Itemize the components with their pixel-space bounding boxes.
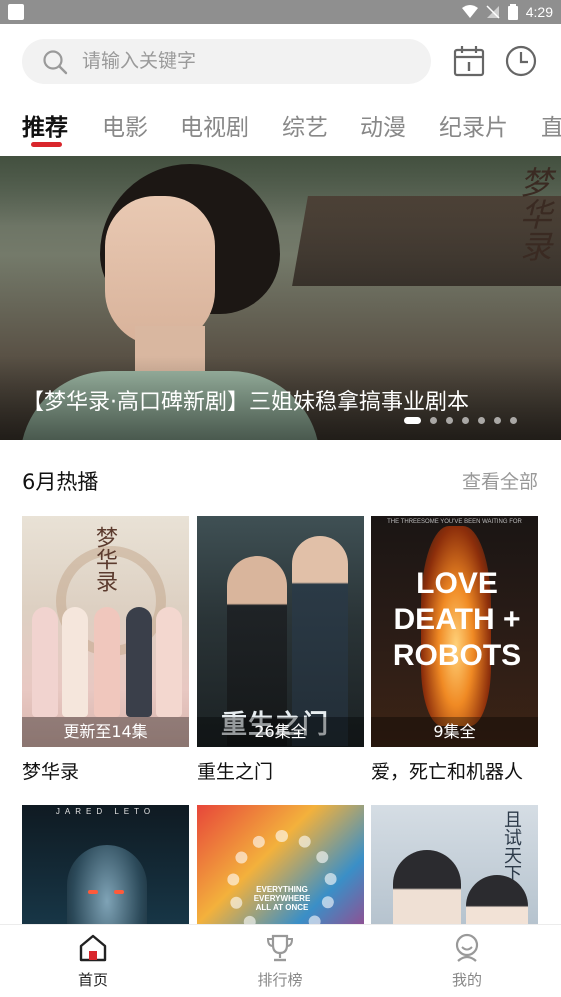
status-right: 4:29 [461,2,553,22]
tab-variety[interactable]: 综艺 [282,108,328,142]
trophy-icon [266,934,294,962]
view-all-link[interactable]: 查看全部 [462,467,538,494]
poster-figure [62,607,88,717]
search-icon [43,50,68,75]
banner-dot[interactable] [478,416,485,424]
nav-label: 我的 [451,971,482,989]
poster-title-text: LOVE DEATH + ROBOTS [392,567,522,672]
poster-image: 梦华录 更新至14集 [22,516,189,747]
banner-figure-face [105,196,215,346]
poster-figure [94,607,120,717]
poster-tagline: THE THREESOME YOU'VE BEEN WAITING FOR [387,519,522,525]
banner-pagination [404,416,517,424]
episode-badge: 更新至14集 [22,717,189,747]
card-title: 爱，死亡和机器人 [371,761,524,783]
nav-home[interactable]: 首页 [33,925,153,997]
tab-documentary[interactable]: 纪录片 [439,108,508,142]
status-time: 4:29 [525,4,553,20]
tab-live[interactable]: 直 [541,108,561,142]
search-input[interactable] [82,39,412,84]
banner-dot[interactable] [404,416,421,424]
banner-dot[interactable] [430,416,437,424]
poster-image: THE THREESOME YOU'VE BEEN WAITING FOR LO… [371,516,538,747]
wifi-icon [461,5,478,18]
profile-icon [455,933,479,962]
banner-dot[interactable] [462,416,469,424]
battery-icon [507,4,518,20]
tab-recommend[interactable]: 推荐 [22,108,68,142]
nav-label: 首页 [77,971,108,989]
category-tabs: 推荐 电影 电视剧 综艺 动漫 纪录片 直 [0,100,561,150]
tab-movies[interactable]: 电影 [102,108,148,142]
card-title: 梦华录 [22,761,80,783]
bottom-navigation: 首页 排行榜 我的 [0,924,561,997]
poster-image: 重生之门 26集全 [197,516,364,747]
history-icon[interactable] [504,44,538,78]
status-bar: 4:29 [0,0,561,24]
poster-title-text: EVERYTHING EVERYWHERE ALL AT ONCE [253,885,311,912]
banner-dot[interactable] [446,416,453,424]
active-tab-indicator [31,142,62,147]
poster-title-text: JARED LETO [55,807,156,816]
nav-rankings[interactable]: 排行榜 [220,925,340,997]
poster-title-text: 梦华录 [92,526,117,592]
card-title: 重生之门 [197,761,274,783]
nav-profile[interactable]: 我的 [407,925,527,997]
nav-label: 排行榜 [257,971,303,989]
home-icon [79,934,107,962]
poster-eye [88,890,98,894]
poster-eye [114,890,124,894]
episode-badge: 26集全 [197,717,364,747]
poster-figure [32,607,58,717]
poster-title-text: 且试天下 [501,810,522,882]
hero-banner[interactable]: 梦华录 【梦华录·高口碑新剧】三姐妹稳拿搞事业剧本 [0,156,561,440]
search-bar[interactable] [22,39,431,84]
section-title: 6月热播 [22,470,99,494]
poster-figure [126,607,152,717]
poster-figure [156,607,182,717]
episode-badge: 9集全 [371,717,538,747]
banner-dot[interactable] [510,416,517,424]
banner-dot[interactable] [494,416,501,424]
tab-anime[interactable]: 动漫 [360,108,406,142]
no-sim-icon [486,5,500,19]
banner-calligraphy: 梦华录 [515,166,553,262]
calendar-icon[interactable] [452,44,486,78]
tab-tv-series[interactable]: 电视剧 [180,108,249,142]
banner-caption: 【梦华录·高口碑新剧】三姐妹稳拿搞事业剧本 [22,390,469,415]
notification-icon [8,4,24,20]
